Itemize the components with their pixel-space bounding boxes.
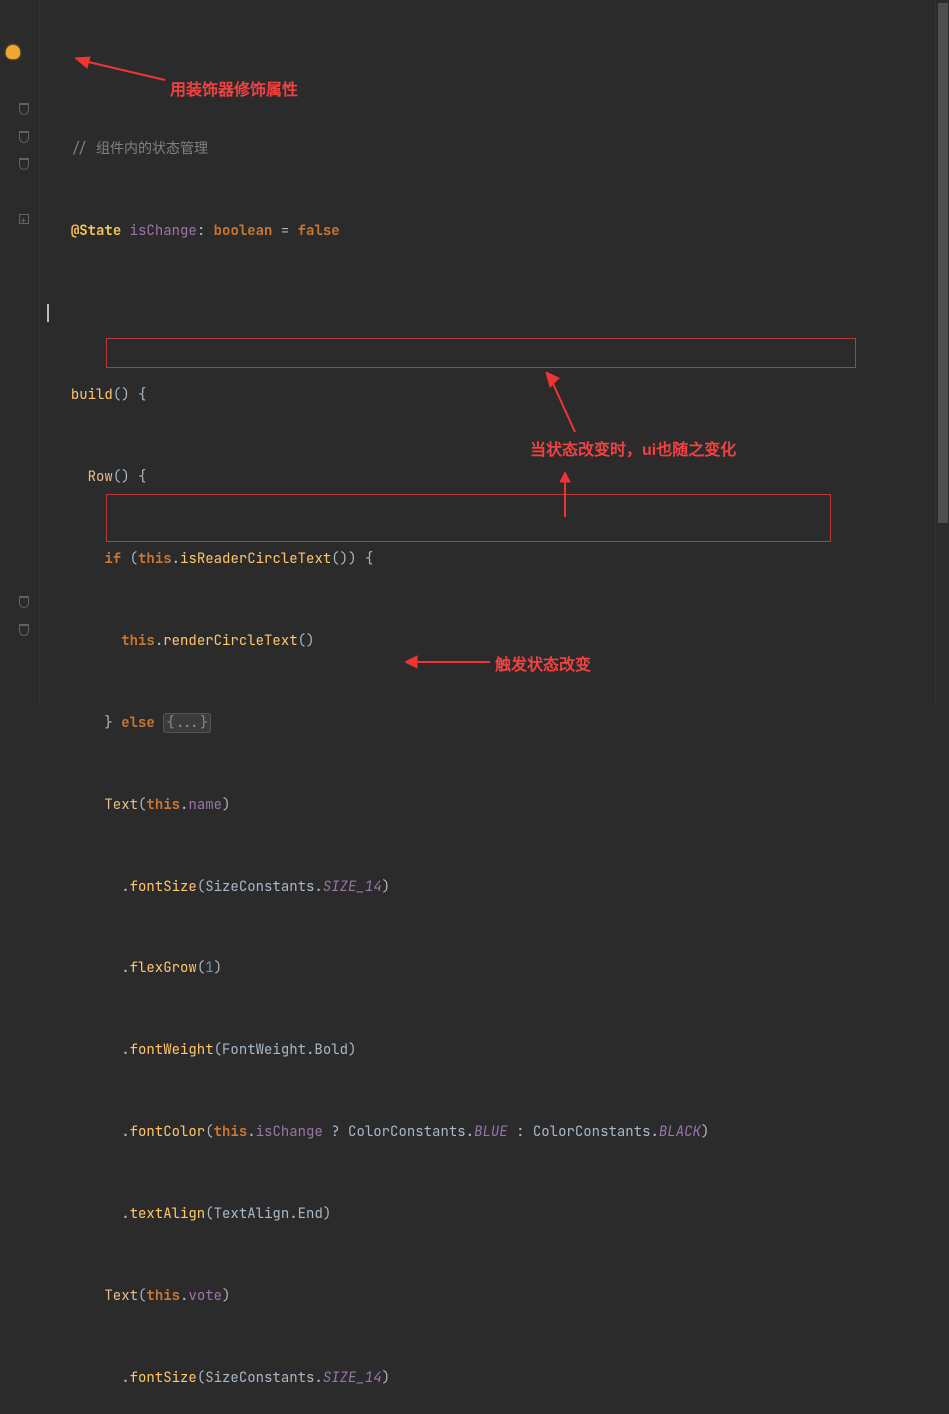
fold-region-icon[interactable]: [18, 103, 30, 115]
code-line[interactable]: Row() {: [54, 464, 949, 491]
code-line[interactable]: [54, 300, 949, 327]
folded-block[interactable]: {...}: [163, 713, 211, 733]
code-line[interactable]: if (this.isReaderCircleText()) {: [54, 546, 949, 573]
fold-expand-icon[interactable]: [18, 213, 30, 225]
code-line[interactable]: .fontColor(this.isChange ? ColorConstant…: [54, 1119, 949, 1146]
fold-region-icon[interactable]: [18, 624, 30, 636]
scrollbar[interactable]: [935, 0, 949, 707]
code-line[interactable]: } else {...}: [54, 710, 949, 737]
annotation-text: 当状态改变时，ui也随之变化: [530, 435, 736, 466]
code-line[interactable]: Text(this.name): [54, 792, 949, 819]
code-line[interactable]: .fontSize(SizeConstants.SIZE_14): [54, 874, 949, 901]
code-line[interactable]: .textAlign(TextAlign.End): [54, 1201, 949, 1228]
code-editor[interactable]: // 组件内的状态管理 @State isChange: boolean = f…: [0, 0, 949, 707]
code-line[interactable]: build() {: [54, 382, 949, 409]
scrollbar-thumb[interactable]: [938, 3, 948, 523]
fold-region-icon[interactable]: [18, 596, 30, 608]
code-line[interactable]: @State isChange: boolean = false: [54, 218, 949, 245]
annotation-text: 触发状态改变: [495, 650, 591, 681]
intention-bulb-icon[interactable]: [6, 45, 20, 59]
code-line[interactable]: .fontWeight(FontWeight.Bold): [54, 1037, 949, 1064]
code-line[interactable]: // 组件内的状态管理: [54, 136, 949, 163]
annotation-text: 用装饰器修饰属性: [170, 75, 298, 106]
text-cursor: [47, 304, 49, 322]
code-line[interactable]: .fontSize(SizeConstants.SIZE_14): [54, 1365, 949, 1392]
fold-region-icon[interactable]: [18, 158, 30, 170]
code-line[interactable]: Text(this.vote): [54, 1283, 949, 1310]
gutter: [0, 0, 40, 707]
fold-region-icon[interactable]: [18, 131, 30, 143]
code-line[interactable]: .flexGrow(1): [54, 955, 949, 982]
